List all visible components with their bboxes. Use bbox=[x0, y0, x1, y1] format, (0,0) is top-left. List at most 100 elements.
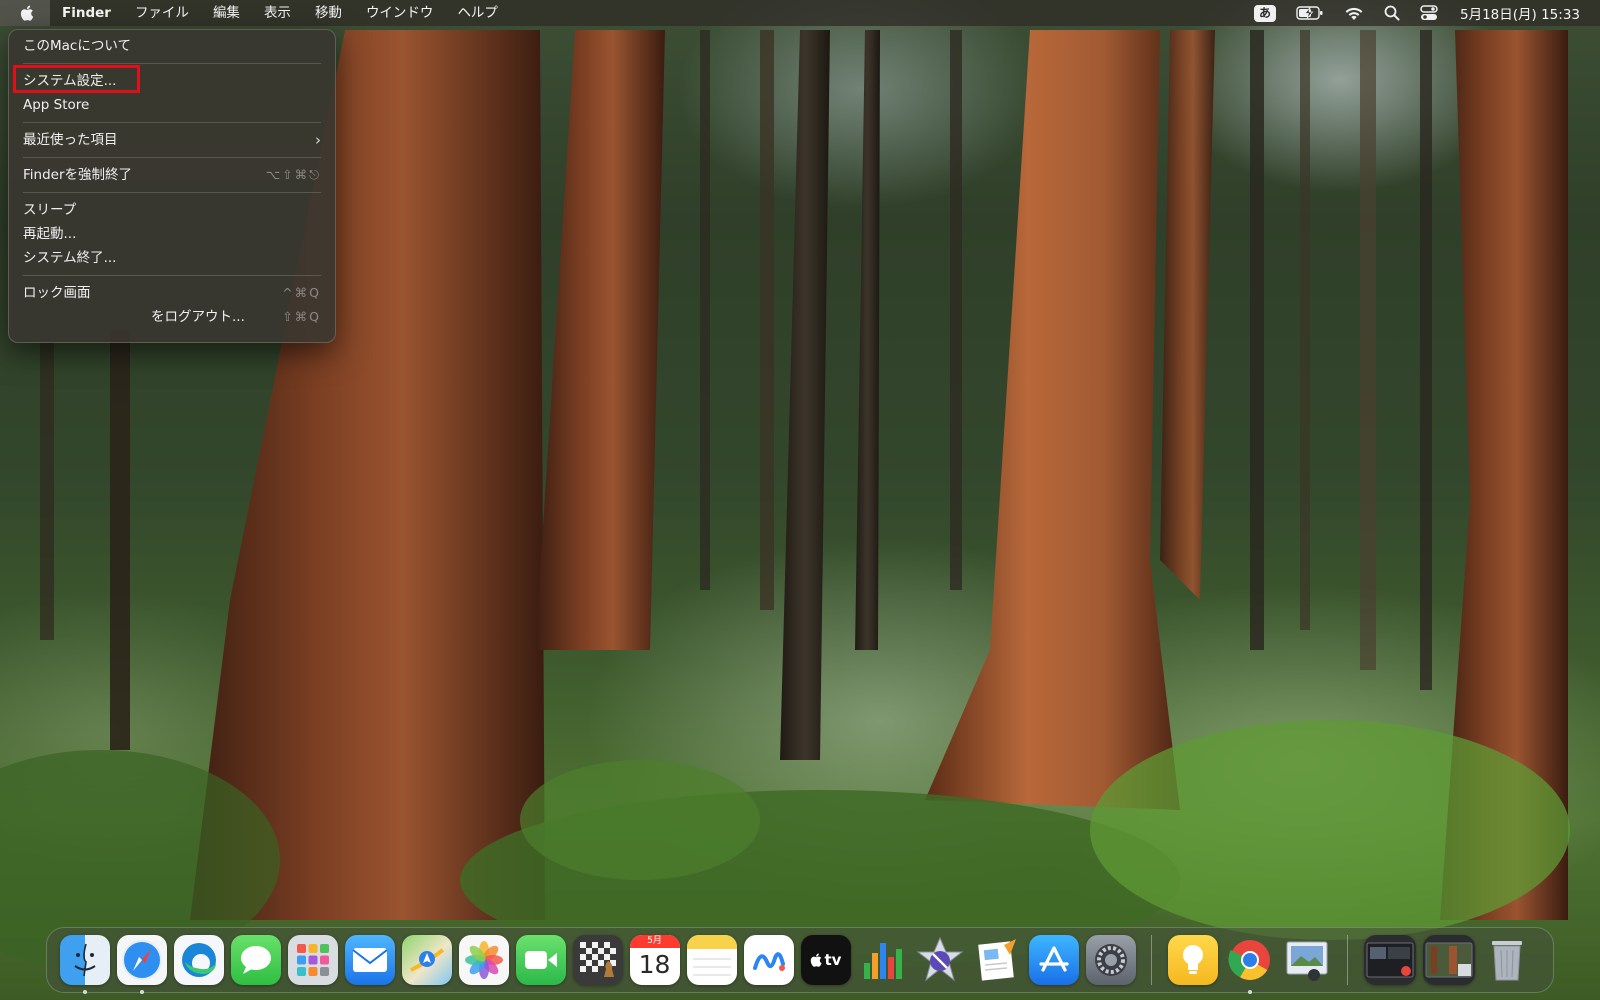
menu-file[interactable]: ファイル bbox=[123, 0, 201, 26]
menu-separator bbox=[23, 122, 321, 123]
menu-item-force-quit[interactable]: Finderを強制終了 ⌥⇧⌘⎋ bbox=[9, 163, 335, 187]
preview-icon bbox=[1286, 941, 1327, 981]
apple-menu-dropdown: このMacについて システム設定... App Store 最近使った項目 › … bbox=[8, 29, 336, 343]
dock-divider bbox=[1347, 935, 1348, 985]
photos-icon bbox=[464, 941, 503, 979]
menu-separator bbox=[23, 157, 321, 158]
dock-chrome[interactable] bbox=[1225, 935, 1275, 994]
notes-icon bbox=[686, 935, 737, 976]
dock-notes[interactable] bbox=[686, 935, 737, 985]
recent-window-thumbnail-icon bbox=[1425, 942, 1472, 978]
menu-go[interactable]: 移動 bbox=[303, 0, 354, 26]
dock-chess[interactable] bbox=[572, 935, 623, 985]
dock-system-settings[interactable] bbox=[1085, 935, 1136, 985]
trash-icon bbox=[1491, 941, 1522, 981]
apple-tv-icon bbox=[810, 953, 822, 967]
app-menu-finder[interactable]: Finder bbox=[50, 0, 123, 26]
menu-separator bbox=[23, 63, 321, 64]
menu-view[interactable]: 表示 bbox=[252, 0, 303, 26]
menu-item-recent-items[interactable]: 最近使った項目 › bbox=[9, 128, 335, 152]
dock-trash[interactable] bbox=[1482, 935, 1532, 985]
calendar-month: 5月 bbox=[629, 935, 680, 948]
menu-item-label: システム設定... bbox=[23, 73, 117, 89]
dock-recent-document-2[interactable] bbox=[1422, 935, 1475, 985]
dock-photos[interactable] bbox=[458, 935, 509, 985]
dock: 5月 18 tv bbox=[46, 927, 1554, 994]
menu-bar: Finder ファイル 編集 表示 移動 ウインドウ ヘルプ あ 5月18日(月… bbox=[0, 0, 1600, 26]
facetime-icon bbox=[524, 951, 557, 969]
wifi-menu[interactable] bbox=[1334, 0, 1374, 26]
menu-item-lock-screen[interactable]: ロック画面 ^⌘Q bbox=[9, 281, 335, 305]
running-indicator bbox=[1247, 990, 1252, 994]
menu-item-shutdown[interactable]: システム終了... bbox=[9, 246, 335, 270]
menu-item-restart[interactable]: 再起動... bbox=[9, 222, 335, 246]
calendar-day: 18 bbox=[638, 950, 671, 979]
messages-icon bbox=[240, 946, 271, 974]
dock-freeform[interactable] bbox=[743, 935, 794, 985]
dock-finder[interactable] bbox=[59, 935, 110, 994]
dock-calendar[interactable]: 5月 18 bbox=[629, 935, 680, 985]
dock-facetime[interactable] bbox=[515, 935, 566, 985]
dock-recent-document-1[interactable] bbox=[1363, 935, 1416, 985]
dock-app-store[interactable] bbox=[1028, 935, 1079, 985]
chess-icon bbox=[579, 942, 616, 977]
pages-icon bbox=[977, 939, 1016, 981]
dock-instruments[interactable] bbox=[915, 935, 965, 985]
menu-item-about-this-mac[interactable]: このMacについて bbox=[9, 34, 335, 58]
menu-item-system-settings[interactable]: システム設定... bbox=[9, 65, 335, 93]
freeform-icon bbox=[752, 952, 785, 971]
running-indicator bbox=[139, 990, 144, 994]
menu-item-label: 再起動... bbox=[23, 226, 77, 242]
menu-edit[interactable]: 編集 bbox=[201, 0, 252, 26]
status-menus: あ 5月18日(月) 15:33 bbox=[1244, 0, 1600, 26]
dock-apple-tv[interactable]: tv bbox=[800, 935, 851, 985]
menu-item-logout[interactable]: をログアウト... ⇧⌘Q bbox=[9, 305, 335, 329]
dock-divider bbox=[1151, 935, 1152, 985]
app-store-icon bbox=[1038, 946, 1069, 972]
menu-item-sleep[interactable]: スリープ bbox=[9, 198, 335, 222]
menu-item-label: スリープ bbox=[23, 202, 77, 218]
menu-item-label: ロック画面 bbox=[23, 285, 91, 301]
menu-item-label: Finderを強制終了 bbox=[23, 167, 133, 183]
dock-tips[interactable] bbox=[1167, 935, 1218, 985]
control-center-button[interactable] bbox=[1410, 0, 1448, 26]
menu-window[interactable]: ウインドウ bbox=[354, 0, 446, 26]
numbers-icon bbox=[863, 943, 902, 979]
menu-separator bbox=[23, 192, 321, 193]
chrome-icon bbox=[1227, 940, 1270, 980]
apple-menu[interactable] bbox=[0, 0, 50, 26]
instruments-icon bbox=[916, 936, 963, 982]
mail-icon bbox=[351, 948, 388, 972]
dock-preview[interactable] bbox=[1282, 935, 1332, 985]
menu-help[interactable]: ヘルプ bbox=[445, 0, 510, 26]
finder-icon bbox=[73, 943, 96, 977]
menu-item-label: このMacについて bbox=[23, 38, 131, 54]
dock-safari[interactable] bbox=[116, 935, 167, 994]
battery-charging-icon bbox=[1296, 6, 1323, 20]
battery-menu[interactable] bbox=[1286, 0, 1334, 26]
apple-logo-icon bbox=[20, 5, 34, 21]
input-method-menu[interactable]: あ bbox=[1244, 0, 1286, 26]
system-settings-icon bbox=[1094, 944, 1127, 976]
spotlight-button[interactable] bbox=[1374, 0, 1410, 26]
dock-mail[interactable] bbox=[344, 935, 395, 985]
dock-launchpad[interactable] bbox=[287, 935, 338, 985]
menu-item-label: App Store bbox=[23, 97, 90, 113]
menu-bar-clock[interactable]: 5月18日(月) 15:33 bbox=[1448, 0, 1580, 26]
dock-maps[interactable] bbox=[401, 935, 452, 985]
launchpad-icon bbox=[296, 944, 329, 976]
input-method-badge: あ bbox=[1254, 4, 1276, 22]
chevron-right-icon: › bbox=[315, 131, 321, 149]
dock-numbers[interactable] bbox=[858, 935, 908, 985]
apple-tv-label: tv bbox=[824, 951, 842, 969]
keyboard-shortcut: ⇧⌘Q bbox=[282, 309, 321, 324]
menu-item-label: システム終了... bbox=[23, 250, 117, 266]
running-indicator bbox=[82, 990, 87, 994]
menu-item-app-store[interactable]: App Store bbox=[9, 93, 335, 117]
menu-item-label: 最近使った項目 bbox=[23, 132, 118, 148]
dock-messages[interactable] bbox=[230, 935, 281, 985]
recent-window-thumbnail-icon bbox=[1366, 942, 1413, 978]
dock-pages[interactable] bbox=[972, 935, 1022, 985]
dock-edge[interactable] bbox=[173, 935, 224, 985]
wifi-icon bbox=[1345, 7, 1363, 20]
